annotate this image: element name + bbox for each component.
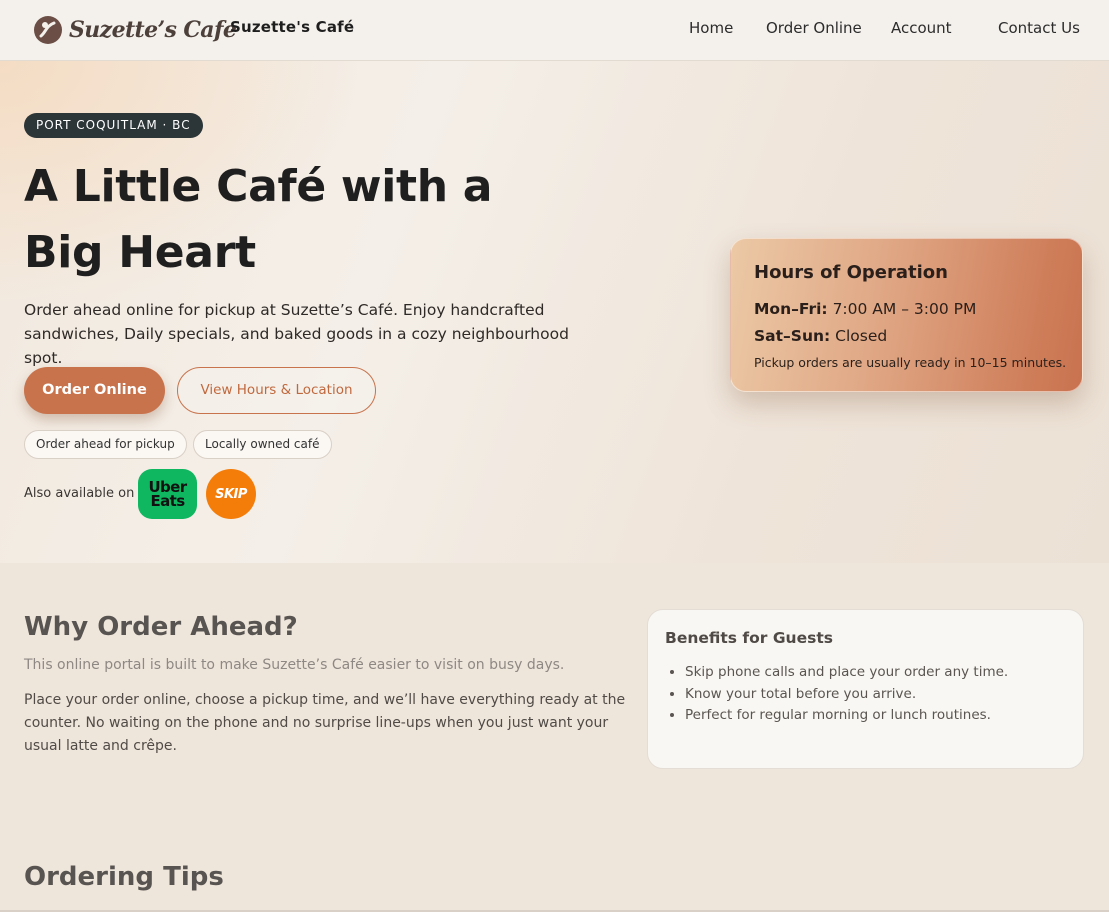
benefits-list: Skip phone calls and place your order an… — [685, 662, 1008, 727]
benefits-title: Benefits for Guests — [665, 629, 833, 647]
hours-card: Hours of Operation Mon–Fri: 7:00 AM – 3:… — [730, 238, 1083, 392]
hours-weekend: Sat–Sun: Closed — [754, 327, 887, 345]
order-online-button[interactable]: Order Online — [24, 367, 165, 414]
why-body: Place your order online, choose a pickup… — [24, 692, 626, 754]
hero-description: Order ahead online for pickup at Suzette… — [24, 301, 569, 367]
logo-text: Suzette’s Cafe — [69, 17, 237, 43]
hero-title: A Little Café with a Big Heart — [24, 161, 493, 278]
nav-home[interactable]: Home — [689, 19, 733, 37]
pill-locally-owned: Locally owned café — [193, 430, 332, 459]
list-item: Skip phone calls and place your order an… — [685, 662, 1008, 684]
view-hours-location-button[interactable]: View Hours & Location — [177, 367, 376, 414]
uber-eats-label-line2: Eats — [150, 492, 185, 510]
weekday-value: 7:00 AM – 3:00 PM — [832, 300, 977, 318]
ordering-tips-heading: Ordering Tips — [24, 862, 224, 892]
weekend-label: Sat–Sun: — [754, 327, 831, 345]
list-item: Perfect for regular morning or lunch rou… — [685, 705, 1008, 727]
hero-section: PORT COQUITLAM · BC A Little Café with a… — [0, 61, 1109, 563]
why-order-ahead-heading: Why Order Ahead? — [24, 612, 298, 642]
skip-label: SKIP — [215, 486, 247, 502]
site-header: Suzette’s Cafe Suzette's Café Home Order… — [0, 0, 1109, 61]
skip-the-dishes-icon[interactable]: SKIP — [206, 469, 256, 519]
uber-eats-icon[interactable]: Uber Eats — [138, 469, 197, 519]
location-badge: PORT COQUITLAM · BC — [24, 113, 203, 138]
benefits-card: Benefits for Guests Skip phone calls and… — [647, 609, 1084, 769]
weekday-label: Mon–Fri: — [754, 300, 828, 318]
list-item: Know your total before you arrive. — [685, 684, 1008, 706]
weekend-value: Closed — [835, 327, 888, 345]
pill-order-ahead: Order ahead for pickup — [24, 430, 187, 459]
why-subtitle: This online portal is built to make Suze… — [24, 657, 565, 673]
also-available-label: Also available on — [24, 486, 135, 501]
nav-order-online[interactable]: Order Online — [766, 19, 862, 37]
nav-account[interactable]: Account — [891, 19, 952, 37]
logo[interactable]: Suzette’s Cafe — [32, 12, 237, 48]
hours-title: Hours of Operation — [754, 262, 948, 283]
nav-contact-us[interactable]: Contact Us — [998, 19, 1080, 37]
hours-weekday: Mon–Fri: 7:00 AM – 3:00 PM — [754, 300, 976, 318]
brand-title: Suzette's Café — [230, 18, 355, 36]
pickup-note: Pickup orders are usually ready in 10–15… — [754, 355, 1067, 370]
coffee-bean-icon — [34, 16, 62, 44]
